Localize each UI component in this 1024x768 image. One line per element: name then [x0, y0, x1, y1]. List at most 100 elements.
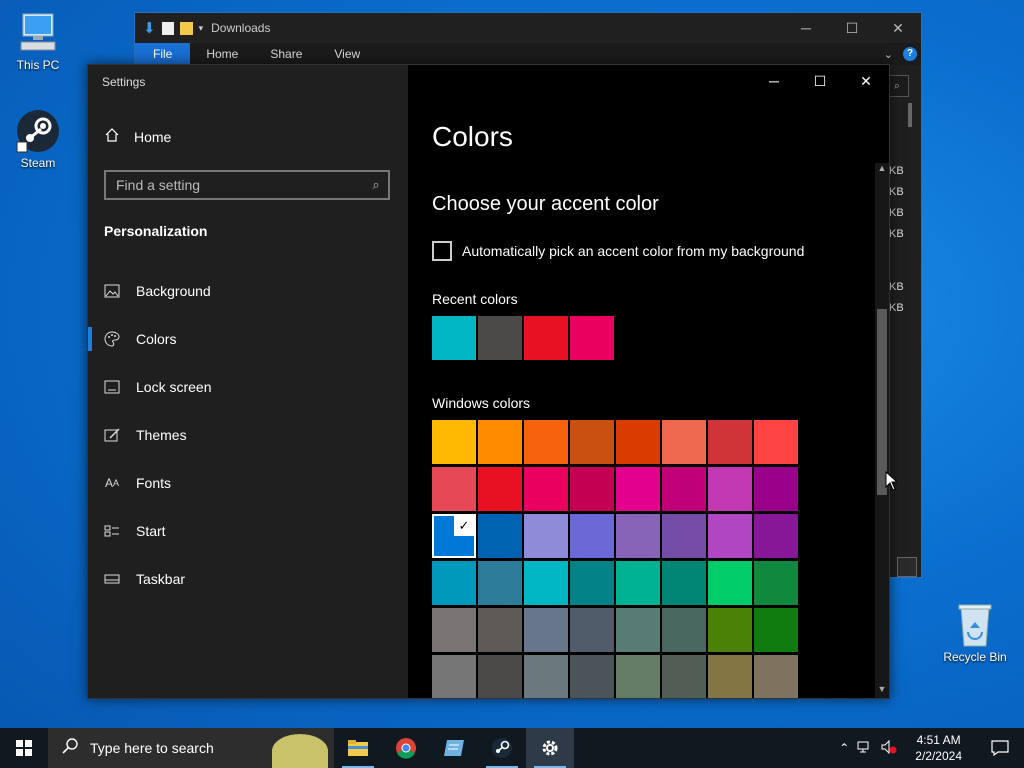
search-icon[interactable]: ⌕ [364, 177, 388, 193]
color-swatch[interactable] [754, 608, 798, 652]
color-swatch[interactable] [616, 561, 660, 605]
folder-icon[interactable] [179, 21, 193, 35]
color-swatch[interactable] [432, 655, 476, 698]
taskbar-chrome[interactable] [382, 728, 430, 768]
system-clock[interactable]: 4:51 AM 2/2/2024 [905, 732, 972, 764]
color-swatch[interactable] [754, 467, 798, 511]
selected-color-swatch[interactable] [432, 514, 476, 558]
color-swatch[interactable] [570, 467, 614, 511]
color-swatch[interactable] [616, 514, 660, 558]
color-swatch[interactable] [570, 608, 614, 652]
taskbar-settings[interactable] [526, 728, 574, 768]
color-swatch[interactable] [432, 561, 476, 605]
desktop-icon-recycle-bin[interactable]: Recycle Bin [942, 602, 1008, 664]
sidebar-item-background[interactable]: Background [88, 267, 408, 315]
ribbon-tab-share[interactable]: Share [254, 43, 318, 65]
maximize-icon[interactable]: ☐ [829, 20, 875, 37]
checkbox[interactable] [432, 241, 452, 261]
color-swatch[interactable] [662, 608, 706, 652]
minimize-icon[interactable]: ─ [751, 65, 797, 97]
color-swatch[interactable] [524, 420, 568, 464]
sidebar-item-start[interactable]: Start [88, 507, 408, 555]
color-swatch[interactable] [478, 655, 522, 698]
close-icon[interactable]: ✕ [843, 65, 889, 97]
color-swatch[interactable] [754, 514, 798, 558]
maximize-icon[interactable]: ☐ [797, 65, 843, 97]
color-swatch[interactable] [616, 655, 660, 698]
network-icon[interactable] [857, 740, 873, 757]
ribbon-tab-view[interactable]: View [318, 43, 376, 65]
color-swatch[interactable] [662, 467, 706, 511]
auto-pick-accent-checkbox[interactable]: Automatically pick an accent color from … [432, 241, 804, 261]
chevron-down-icon[interactable]: ⌄ [884, 48, 893, 61]
explorer-scrollbar[interactable] [908, 103, 912, 127]
color-swatch[interactable] [570, 420, 614, 464]
color-swatch[interactable] [754, 420, 798, 464]
content-scrollbar[interactable]: ▲ ▼ [875, 163, 889, 698]
minimize-icon[interactable]: ─ [783, 20, 829, 37]
color-swatch[interactable] [662, 514, 706, 558]
color-swatch[interactable] [570, 514, 614, 558]
color-swatch[interactable] [432, 608, 476, 652]
recent-color-swatch[interactable] [524, 316, 568, 360]
color-swatch[interactable] [432, 420, 476, 464]
color-swatch[interactable] [478, 608, 522, 652]
ribbon-tab-file[interactable]: File [135, 43, 191, 65]
color-swatch[interactable] [662, 561, 706, 605]
color-swatch[interactable] [524, 514, 568, 558]
sidebar-item-lock-screen[interactable]: Lock screen [88, 363, 408, 411]
desktop-icon-this-pc[interactable]: This PC [6, 10, 70, 72]
notification-center-button[interactable] [980, 728, 1020, 768]
taskbar-steam[interactable] [478, 728, 526, 768]
sidebar-item-fonts[interactable]: AA Fonts [88, 459, 408, 507]
recent-color-swatch[interactable] [432, 316, 476, 360]
color-swatch[interactable] [478, 467, 522, 511]
home-nav-item[interactable]: Home [104, 127, 171, 146]
chevron-down-icon[interactable]: ▾ [199, 23, 204, 34]
color-swatch[interactable] [708, 561, 752, 605]
color-swatch[interactable] [524, 655, 568, 698]
color-swatch[interactable] [754, 655, 798, 698]
recent-color-swatch[interactable] [570, 316, 614, 360]
color-swatch[interactable] [708, 420, 752, 464]
sidebar-item-colors[interactable]: Colors [88, 315, 408, 363]
start-button[interactable] [0, 728, 48, 768]
sidebar-item-themes[interactable]: Themes [88, 411, 408, 459]
color-swatch[interactable] [754, 561, 798, 605]
settings-window[interactable]: Settings Home ⌕ Personalization Backgrou… [87, 64, 890, 699]
scroll-down-icon[interactable]: ▼ [875, 684, 889, 694]
color-swatch[interactable] [708, 514, 752, 558]
sidebar-item-taskbar[interactable]: Taskbar [88, 555, 408, 603]
color-swatch[interactable] [708, 655, 752, 698]
taskbar-file-explorer[interactable] [334, 728, 382, 768]
recent-color-swatch[interactable] [478, 316, 522, 360]
taskbar-app[interactable] [430, 728, 478, 768]
chevron-up-icon[interactable]: ⌃ [839, 741, 849, 755]
search-input[interactable] [88, 739, 262, 757]
color-swatch[interactable] [478, 420, 522, 464]
help-icon[interactable]: ? [903, 47, 917, 61]
color-swatch[interactable] [616, 467, 660, 511]
find-setting-search[interactable]: ⌕ [104, 170, 390, 200]
color-swatch[interactable] [616, 608, 660, 652]
scroll-thumb[interactable] [877, 309, 887, 495]
color-swatch[interactable] [570, 561, 614, 605]
scroll-up-icon[interactable]: ▲ [875, 163, 889, 173]
color-swatch[interactable] [478, 561, 522, 605]
color-swatch[interactable] [662, 655, 706, 698]
color-swatch[interactable] [524, 467, 568, 511]
color-swatch[interactable] [524, 561, 568, 605]
color-swatch[interactable] [616, 420, 660, 464]
color-swatch[interactable] [524, 608, 568, 652]
color-swatch[interactable] [708, 467, 752, 511]
color-swatch[interactable] [478, 514, 522, 558]
color-swatch[interactable] [570, 655, 614, 698]
desktop-icon-steam[interactable]: Steam [6, 108, 70, 170]
explorer-title-bar[interactable]: ⬇ ▾ Downloads ─ ☐ ✕ [135, 13, 921, 43]
volume-muted-icon[interactable] [881, 739, 897, 757]
properties-icon[interactable] [161, 21, 174, 35]
taskbar-search-box[interactable] [48, 728, 334, 768]
ribbon-tab-home[interactable]: Home [190, 43, 254, 65]
color-swatch[interactable] [662, 420, 706, 464]
close-icon[interactable]: ✕ [875, 20, 921, 37]
